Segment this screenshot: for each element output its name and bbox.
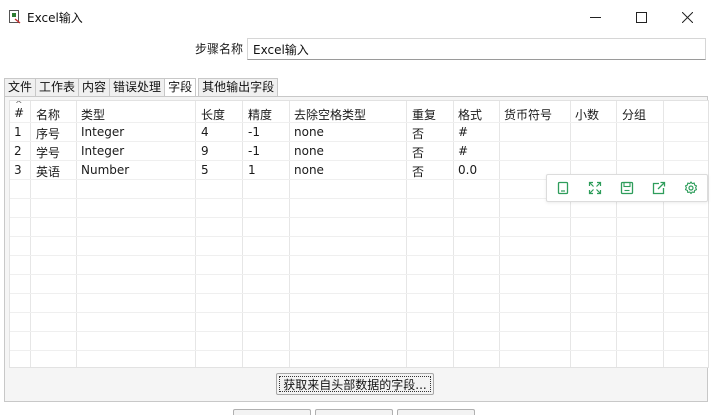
tab-other-output-fields[interactable]: 其他输出字段 — [198, 78, 279, 96]
minimize-button[interactable] — [572, 0, 618, 34]
table-cell[interactable]: 否 — [412, 144, 424, 161]
tab-bar: 文件 工作表 内容 错误处理 字段 其他输出字段 — [4, 78, 279, 97]
table-cell[interactable]: 9 — [201, 144, 209, 158]
row-divider — [10, 217, 708, 218]
floating-toolbar — [546, 174, 708, 202]
settings-icon — [684, 181, 698, 195]
tab-file[interactable]: 文件 — [4, 78, 37, 96]
save-icon — [620, 181, 634, 195]
table-cell[interactable]: 英语 — [36, 163, 60, 180]
row-divider — [10, 312, 708, 313]
column-header-precision[interactable]: 精度 — [248, 106, 272, 123]
preview-button[interactable] — [315, 409, 393, 415]
row-divider — [10, 160, 708, 161]
column-header-format[interactable]: 格式 — [458, 106, 482, 123]
settings-button[interactable] — [675, 174, 707, 202]
cancel-button[interactable] — [397, 409, 475, 415]
table-cell[interactable]: # — [458, 144, 468, 158]
column-header-decimal[interactable]: 小数 — [575, 106, 599, 123]
table-cell[interactable]: Number — [81, 163, 129, 177]
share-button[interactable] — [643, 174, 675, 202]
column-header-index[interactable]: # — [14, 106, 24, 120]
table-cell[interactable]: Integer — [81, 125, 124, 139]
table-cell[interactable]: -1 — [248, 125, 260, 139]
table-cell[interactable]: Integer — [81, 144, 124, 158]
table-cell[interactable]: # — [458, 125, 468, 139]
table-cell[interactable]: 4 — [201, 125, 209, 139]
table-cell[interactable]: none — [294, 144, 324, 158]
row-divider — [10, 350, 708, 351]
maximize-button[interactable] — [618, 0, 664, 34]
row-divider — [10, 274, 708, 275]
tab-sheets[interactable]: 工作表 — [35, 78, 80, 96]
share-icon — [652, 181, 666, 195]
table-cell[interactable]: none — [294, 125, 324, 139]
column-header-type[interactable]: 类型 — [81, 106, 105, 123]
title-bar: Excel输入 — [0, 0, 714, 34]
step-name-input[interactable] — [247, 38, 706, 60]
column-header-length[interactable]: 长度 — [201, 106, 225, 123]
table-cell[interactable]: 0.0 — [458, 163, 477, 177]
fields-table[interactable]: ^ # 名称 类型 长度 精度 去除空格类型 重复 格式 货币符号 小数 分组 … — [9, 100, 709, 368]
excel-input-icon — [9, 10, 21, 24]
save-button[interactable] — [611, 174, 643, 202]
copy-icon — [557, 181, 569, 195]
table-cell[interactable]: 1 — [248, 163, 256, 177]
row-divider — [10, 236, 708, 237]
minimize-icon — [589, 16, 601, 18]
step-name-label: 步骤名称 — [195, 42, 244, 56]
table-cell[interactable]: none — [294, 163, 324, 177]
row-divider — [10, 331, 708, 332]
row-divider — [10, 255, 708, 256]
table-cell[interactable]: 3 — [14, 163, 22, 177]
ok-button[interactable] — [233, 409, 311, 415]
table-cell[interactable]: 5 — [201, 163, 209, 177]
table-cell[interactable]: 序号 — [36, 125, 60, 142]
column-header-repeat[interactable]: 重复 — [412, 106, 436, 123]
column-header-grouping[interactable]: 分组 — [622, 106, 646, 123]
table-cell[interactable]: 1 — [14, 125, 22, 139]
copy-button[interactable] — [547, 174, 579, 202]
table-cell[interactable]: 学号 — [36, 144, 60, 161]
table-cell[interactable]: -1 — [248, 144, 260, 158]
expand-icon — [588, 181, 602, 195]
column-header-name[interactable]: 名称 — [36, 106, 60, 123]
tab-content[interactable]: 内容 — [78, 78, 111, 96]
column-header-currency[interactable]: 货币符号 — [504, 106, 552, 123]
tab-error-handling[interactable]: 错误处理 — [109, 78, 166, 96]
window-title: Excel输入 — [27, 11, 83, 25]
column-header-trim-type[interactable]: 去除空格类型 — [294, 106, 366, 123]
table-cell[interactable]: 2 — [14, 144, 22, 158]
row-divider — [10, 141, 708, 142]
tab-fields[interactable]: 字段 — [164, 78, 197, 97]
row-divider — [10, 293, 708, 294]
table-cell[interactable]: 否 — [412, 125, 424, 142]
maximize-icon — [635, 11, 647, 23]
get-fields-from-header-button[interactable]: 获取来自头部数据的字段... — [276, 373, 434, 395]
close-button[interactable] — [664, 0, 710, 34]
table-cell[interactable]: 否 — [412, 163, 424, 180]
expand-button[interactable] — [579, 174, 611, 202]
close-icon — [681, 11, 693, 23]
